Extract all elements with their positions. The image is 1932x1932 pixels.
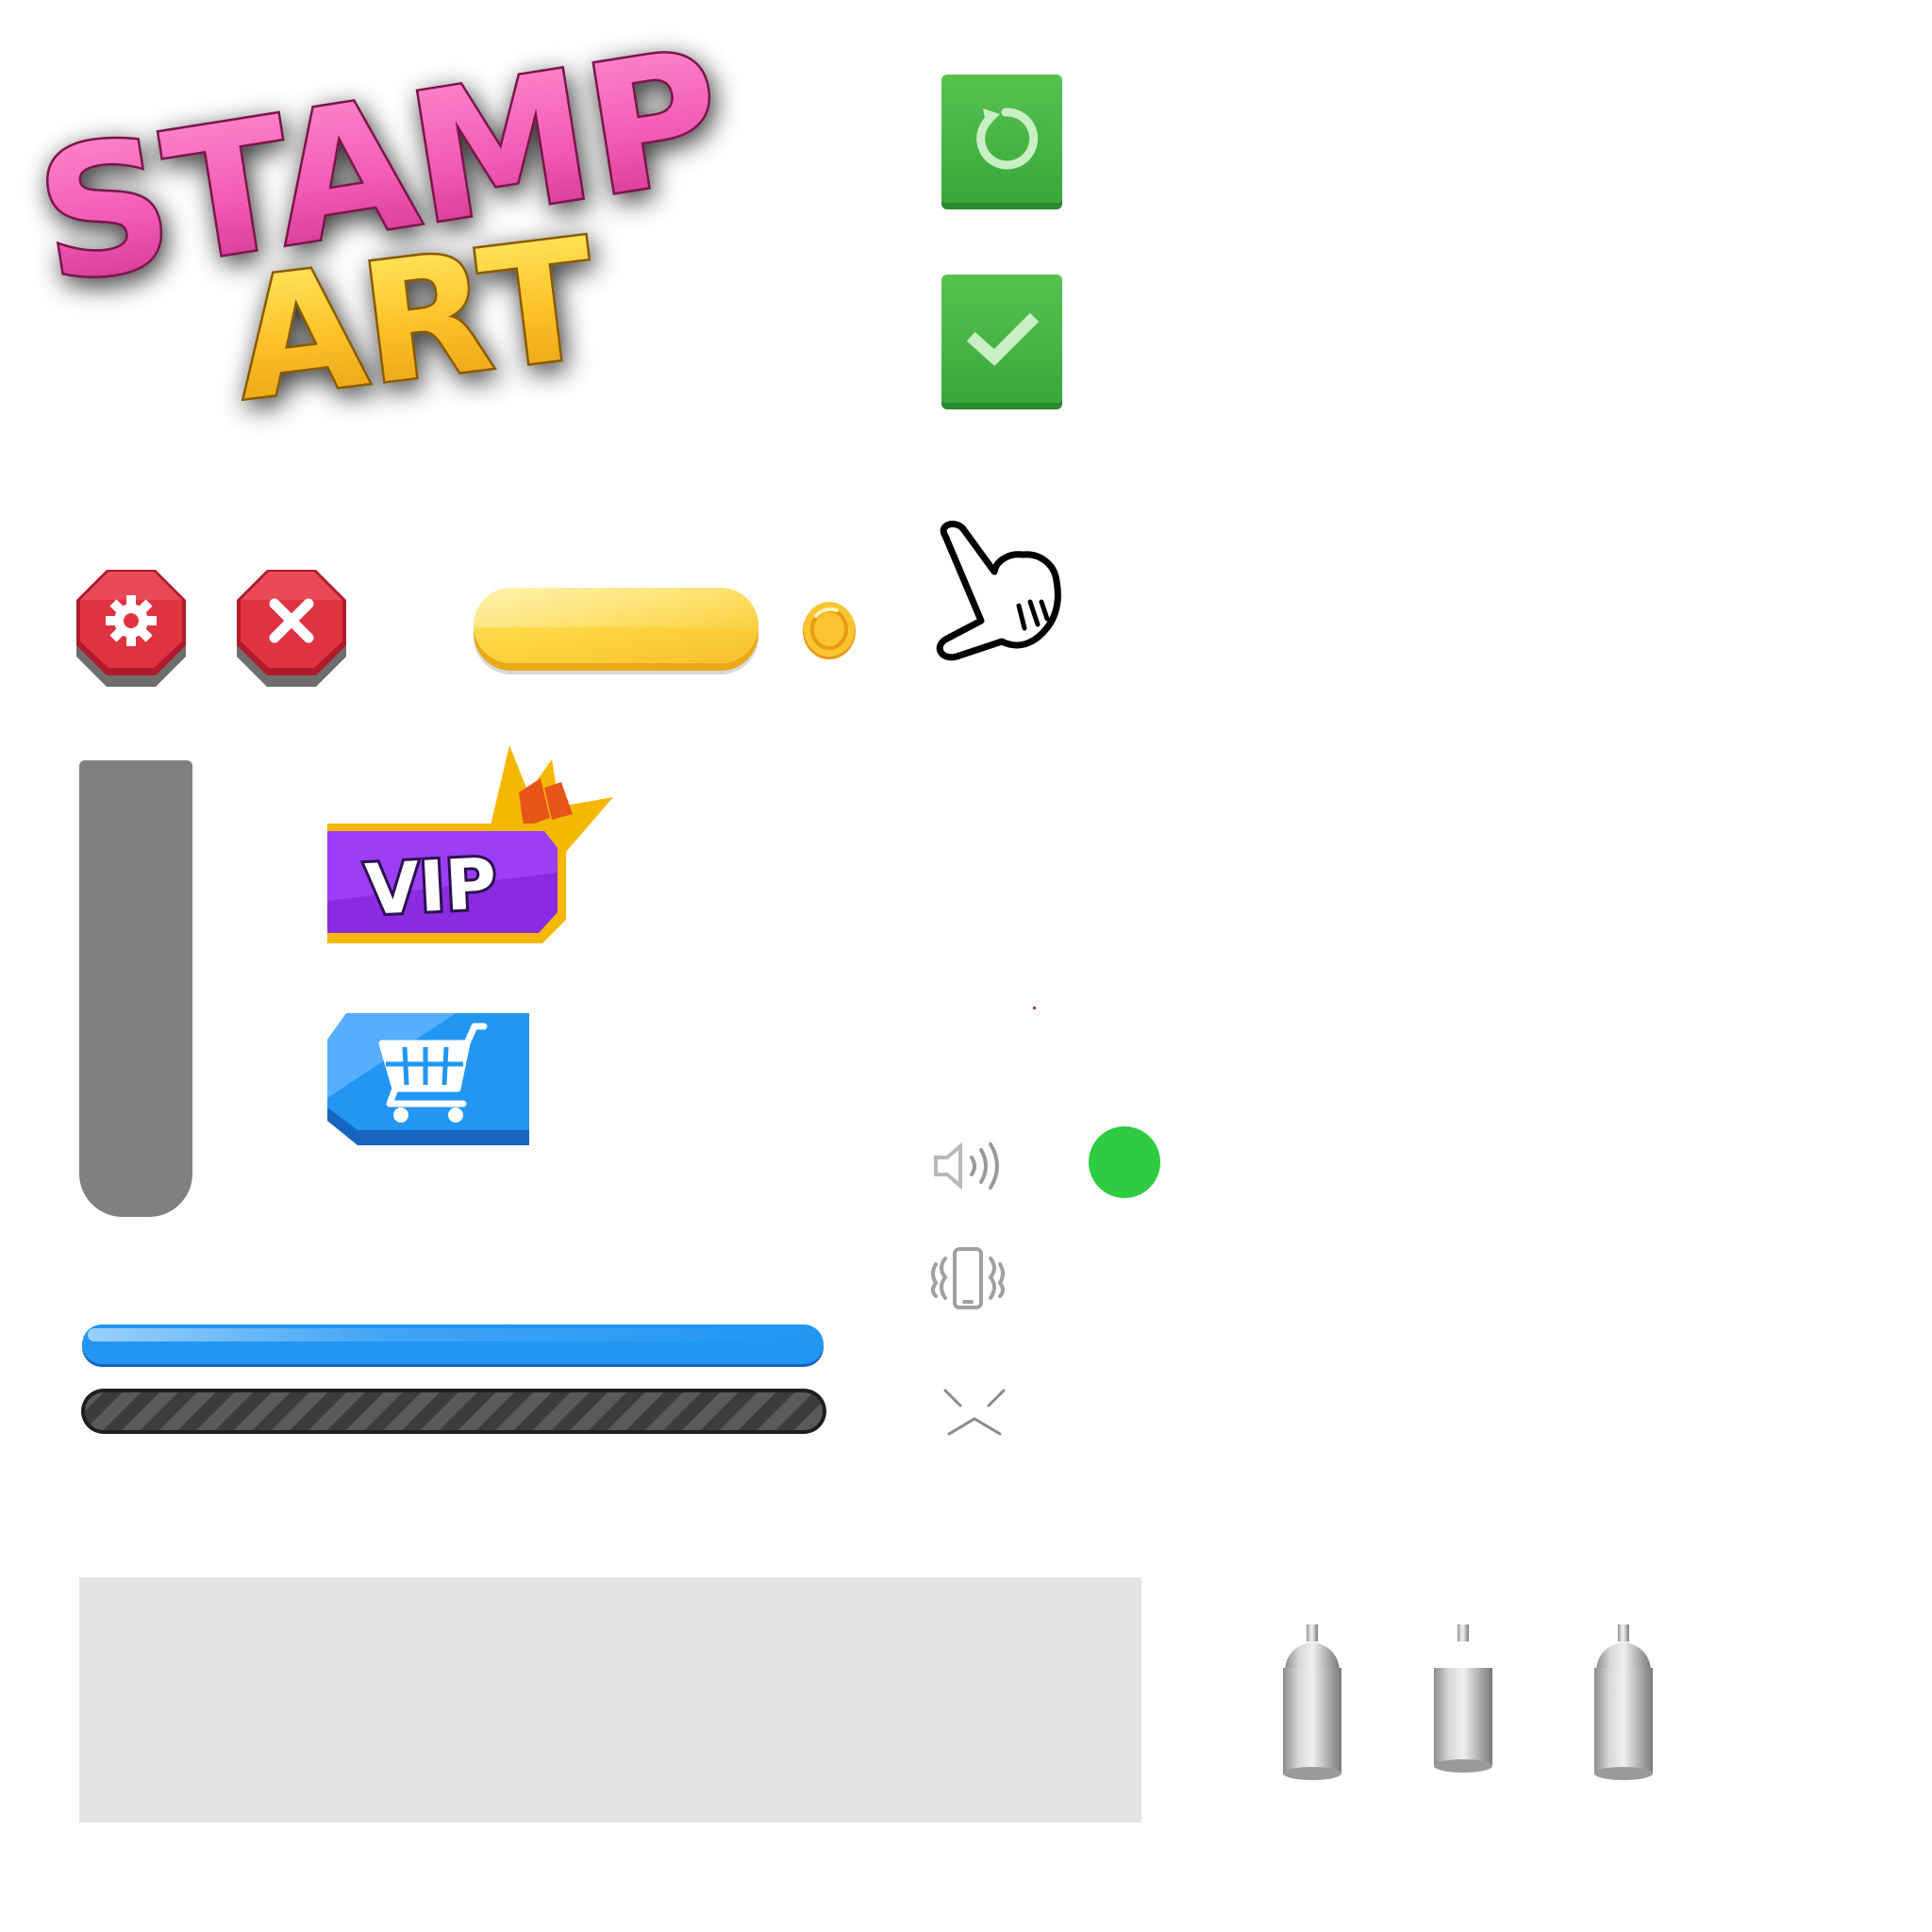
coin-icon — [799, 599, 859, 661]
vertical-slider-track — [79, 760, 192, 1217]
toggle-indicator[interactable] — [1089, 1126, 1160, 1198]
confirm-button[interactable] — [941, 275, 1062, 403]
restart-icon — [976, 108, 1039, 170]
restart-button[interactable] — [941, 75, 1062, 203]
progress-bar-fill — [82, 1324, 824, 1364]
check-icon — [966, 312, 1040, 366]
progress-bar-track — [81, 1389, 826, 1434]
pointing-hand-icon — [928, 515, 1079, 666]
spray-can-icon[interactable] — [1587, 1623, 1660, 1783]
gear-icon — [106, 595, 157, 646]
vip-label: VIP — [363, 843, 498, 931]
settings-button[interactable] — [69, 566, 193, 696]
yellow-pill-button[interactable] — [474, 588, 758, 663]
chevron-down-icon[interactable] — [941, 1387, 1008, 1440]
spray-can-icon[interactable] — [1426, 1623, 1500, 1783]
vip-badge[interactable]: VIP — [325, 741, 613, 958]
vibrate-icon[interactable] — [928, 1245, 1008, 1311]
shop-cart-button[interactable] — [324, 1006, 529, 1145]
content-panel — [79, 1577, 1141, 1823]
spray-can-icon[interactable] — [1275, 1623, 1349, 1783]
close-button[interactable] — [229, 566, 354, 696]
sound-icon[interactable] — [930, 1137, 1006, 1193]
marker-dot — [1033, 1007, 1036, 1009]
game-logo: STAMP ART — [19, 8, 774, 441]
progress-stripes — [85, 1392, 823, 1430]
